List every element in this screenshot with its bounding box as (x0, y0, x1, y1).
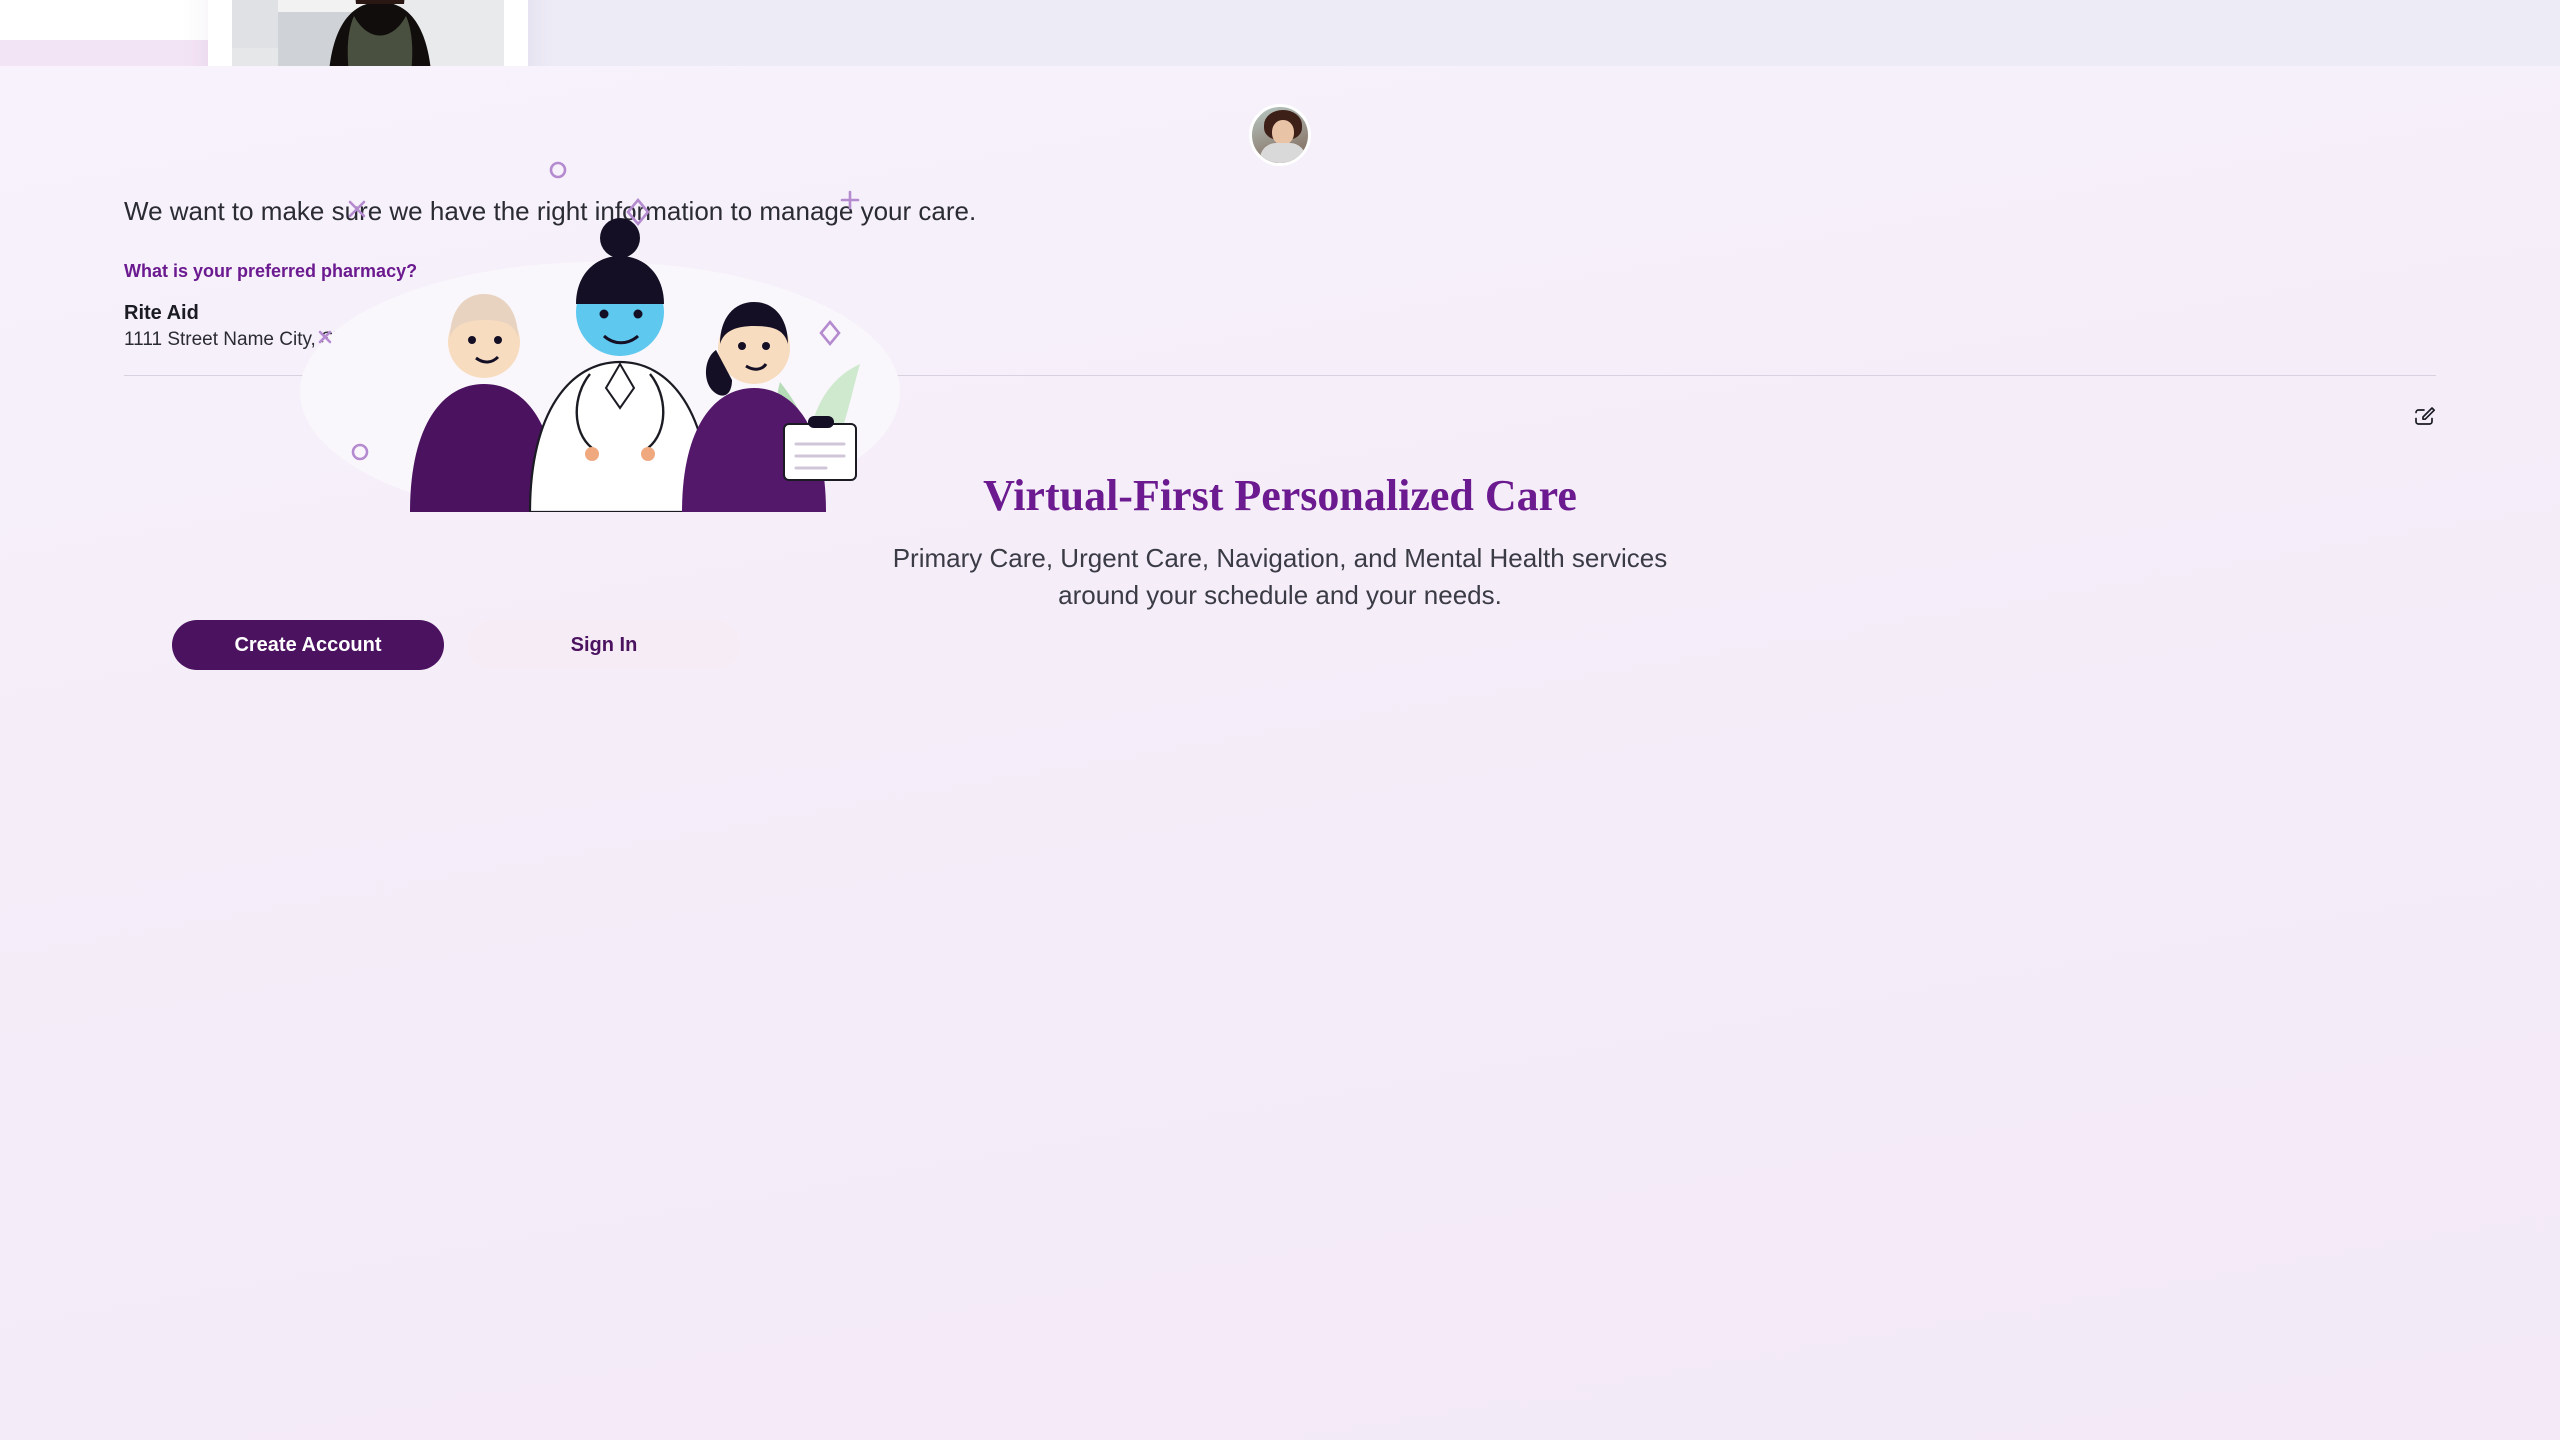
screenshot-canvas: Need help deciding? Ask a CloseKnit Heal… (0, 0, 2560, 1440)
